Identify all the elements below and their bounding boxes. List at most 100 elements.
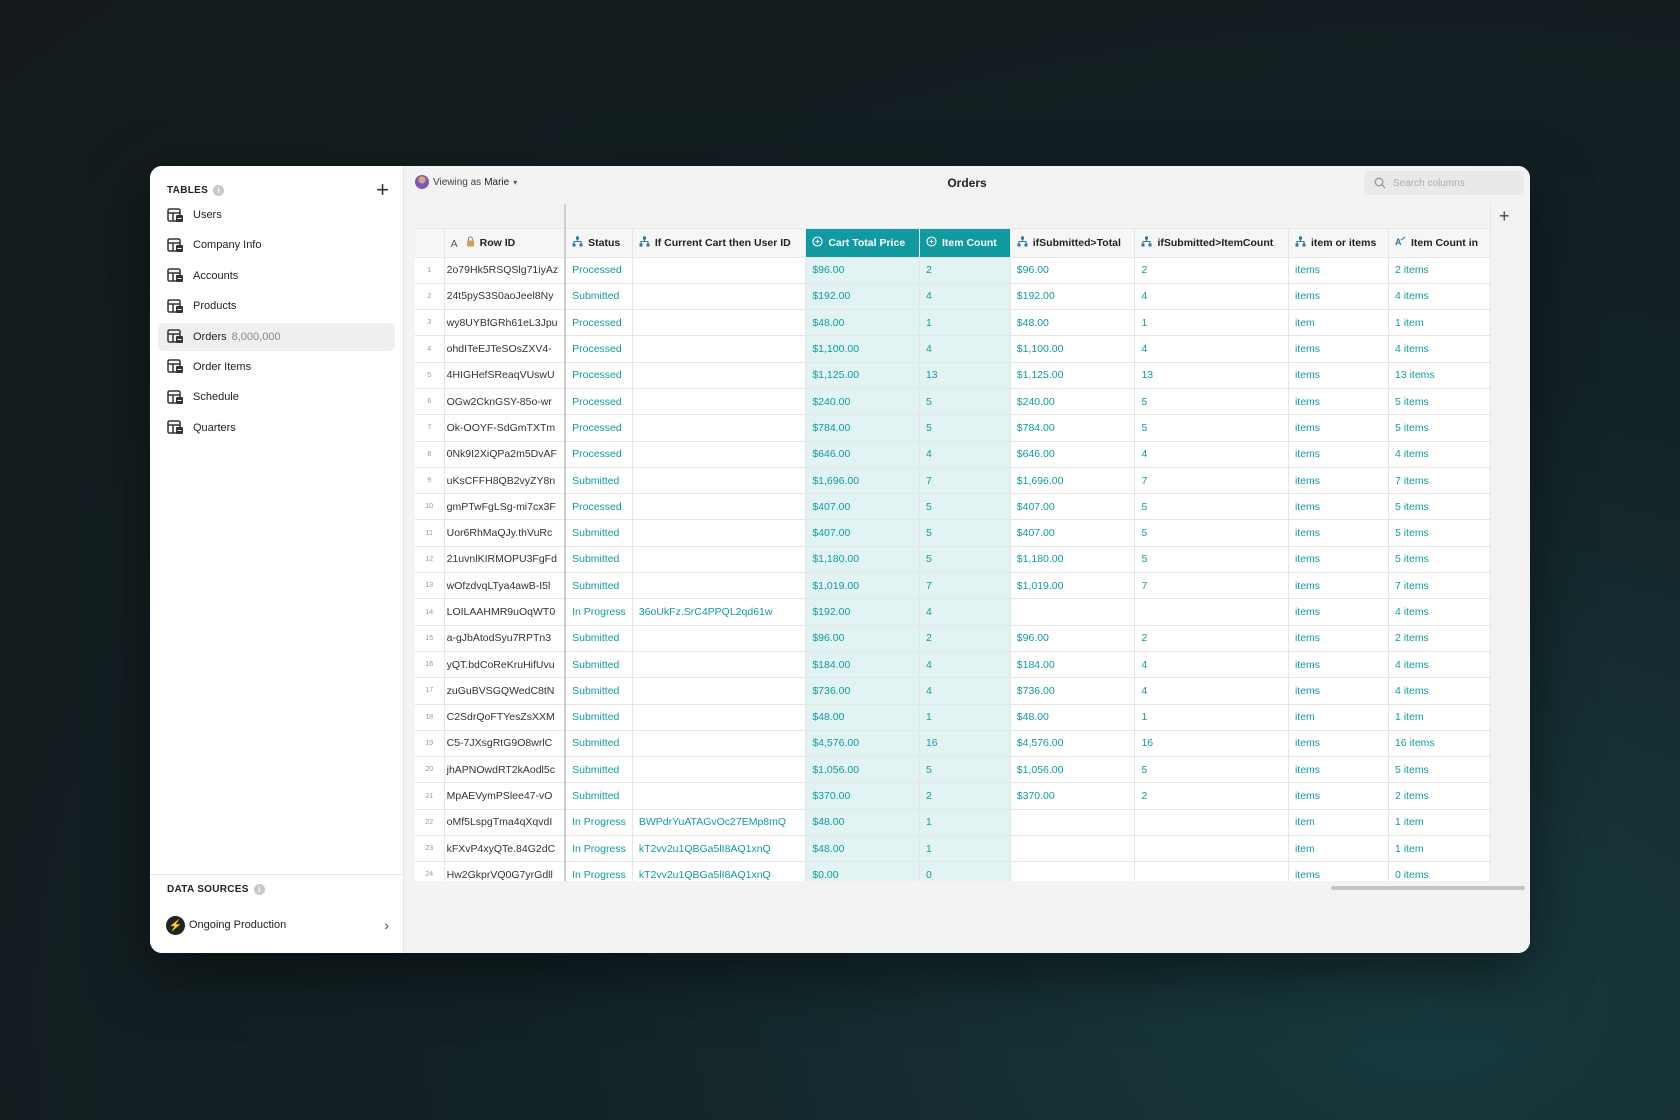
- table-cell[interactable]: 16: [919, 730, 1011, 758]
- table-cell[interactable]: 7: [1134, 572, 1289, 600]
- table-cell[interactable]: 2: [919, 257, 1011, 284]
- table-cell[interactable]: 16: [1134, 730, 1289, 758]
- table-cell[interactable]: 1: [919, 809, 1011, 837]
- table-cell[interactable]: Submitted: [565, 625, 633, 652]
- table-cell[interactable]: $192.00: [805, 598, 920, 626]
- table-cell[interactable]: $370.00: [1010, 782, 1136, 810]
- table-cell[interactable]: 5: [919, 519, 1011, 547]
- table-cell[interactable]: 5: [1134, 546, 1289, 574]
- table-cell[interactable]: 5: [1134, 388, 1289, 416]
- table-cell[interactable]: kT2vv2u1QBGa5lI8AQ1xnQ: [632, 861, 807, 881]
- table-cell[interactable]: 5: [919, 756, 1011, 784]
- row-id-cell[interactable]: C2SdrQoFTYesZsXXM: [444, 704, 567, 731]
- table-cell[interactable]: In Progress: [565, 861, 633, 881]
- table-cell[interactable]: items: [1288, 625, 1389, 652]
- table-cell[interactable]: 1 item: [1388, 809, 1491, 837]
- table-cell[interactable]: Submitted: [565, 546, 633, 574]
- table-cell[interactable]: $48.00: [805, 704, 920, 731]
- add-table-button[interactable]: +: [376, 179, 389, 201]
- table-cell[interactable]: 7: [919, 572, 1011, 600]
- row-id-cell[interactable]: MpAEVymPSlee47-vO: [444, 782, 567, 810]
- row-id-cell[interactable]: 4HIGHefSReaqVUswU: [444, 362, 567, 389]
- table-row[interactable]: 13 wOfzdvqLTya4awB-I5l Submitted $1,019.00 7…: [415, 572, 1491, 600]
- row-id-cell[interactable]: oMf5LspgTma4qXqvdI: [444, 809, 567, 837]
- table-cell[interactable]: Processed: [565, 309, 633, 337]
- table-cell[interactable]: 5: [919, 546, 1011, 574]
- row-id-cell[interactable]: zuGuBVSGQWedC8tN: [444, 677, 567, 705]
- table-cell[interactable]: Submitted: [565, 730, 633, 758]
- table-row[interactable]: 15 a-gJbAtodSyu7RPTn3 Submitted $96.00 2 $96.…: [415, 625, 1491, 652]
- table-cell[interactable]: $1,056.00: [1010, 756, 1136, 784]
- row-id-cell[interactable]: 0Nk9I2XiQPa2m5DvAF: [444, 441, 567, 468]
- column-header[interactable]: ifSubmitted>ItemCount: [1134, 228, 1289, 258]
- table-cell[interactable]: [632, 309, 807, 337]
- column-header[interactable]: Status: [565, 228, 633, 258]
- table-cell[interactable]: [632, 467, 807, 495]
- row-id-cell[interactable]: OGw2CknGSY-85o-wr: [444, 388, 567, 416]
- row-id-cell[interactable]: wOfzdvqLTya4awB-I5l: [444, 572, 567, 600]
- table-cell[interactable]: 7 items: [1388, 467, 1491, 495]
- row-id-cell[interactable]: Uor6RhMaQJy.thVuRc: [444, 519, 567, 547]
- table-cell[interactable]: $96.00: [805, 257, 920, 284]
- table-cell[interactable]: [1134, 861, 1289, 881]
- info-icon[interactable]: i: [253, 884, 265, 895]
- table-cell[interactable]: $407.00: [805, 493, 920, 521]
- table-cell[interactable]: 2 items: [1388, 782, 1491, 810]
- table-cell[interactable]: [632, 519, 807, 547]
- table-cell[interactable]: [632, 283, 807, 311]
- table-cell[interactable]: items: [1288, 651, 1389, 679]
- table-cell[interactable]: Processed: [565, 362, 633, 389]
- table-cell[interactable]: $1,125.00: [805, 362, 920, 389]
- table-row[interactable]: 5 4HIGHefSReaqVUswU Processed $1,125.00 13 $1…: [415, 362, 1491, 389]
- table-cell[interactable]: 1 item: [1388, 835, 1491, 863]
- table-cell[interactable]: 5: [1134, 414, 1289, 442]
- table-cell[interactable]: $96.00: [1010, 257, 1136, 284]
- table-cell[interactable]: Submitted: [565, 283, 633, 311]
- table-row[interactable]: 2 24t5pyS3S0aoJeel8Ny Submitted $192.00 4 $19…: [415, 283, 1491, 311]
- table-cell[interactable]: 4: [919, 598, 1011, 626]
- table-cell[interactable]: 4 items: [1388, 283, 1491, 311]
- table-cell[interactable]: items: [1288, 467, 1389, 495]
- table-cell[interactable]: 5: [919, 388, 1011, 416]
- table-cell[interactable]: 5 items: [1388, 756, 1491, 784]
- table-cell[interactable]: items: [1288, 572, 1389, 600]
- table-cell[interactable]: $48.00: [805, 309, 920, 337]
- table-cell[interactable]: [632, 651, 807, 679]
- table-cell[interactable]: 2: [1134, 782, 1289, 810]
- table-cell[interactable]: $48.00: [805, 835, 920, 863]
- row-id-cell[interactable]: C5-7JXsgRtG9O8wrlC: [444, 730, 567, 758]
- table-cell[interactable]: [1010, 598, 1136, 626]
- table-cell[interactable]: [632, 546, 807, 574]
- table-cell[interactable]: [632, 756, 807, 784]
- table-cell[interactable]: Processed: [565, 388, 633, 416]
- table-cell[interactable]: In Progress: [565, 598, 633, 626]
- table-cell[interactable]: 1 item: [1388, 309, 1491, 337]
- horizontal-scrollbar[interactable]: [1331, 886, 1525, 890]
- row-id-cell[interactable]: kFXvP4xyQTe.84G2dC: [444, 835, 567, 863]
- table-cell[interactable]: Submitted: [565, 572, 633, 600]
- table-cell[interactable]: 1: [919, 704, 1011, 731]
- row-id-cell[interactable]: Ok-OOYF-SdGmTXTm: [444, 414, 567, 442]
- table-row[interactable]: 9 uKsCFFH8QB2vyZY8n Submitted $1,696.00 7 $1,…: [415, 467, 1491, 495]
- table-cell[interactable]: $96.00: [1010, 625, 1136, 652]
- table-cell[interactable]: $736.00: [1010, 677, 1136, 705]
- search-box[interactable]: [1364, 171, 1524, 195]
- table-cell[interactable]: [1010, 861, 1136, 881]
- table-cell[interactable]: 4: [919, 335, 1011, 363]
- table-row[interactable]: 18 C2SdrQoFTYesZsXXM Submitted $48.00 1 $48.0…: [415, 704, 1491, 731]
- table-cell[interactable]: 4: [1134, 283, 1289, 311]
- column-header[interactable]: If Current Cart then User ID: [632, 228, 807, 258]
- table-cell[interactable]: [632, 677, 807, 705]
- table-cell[interactable]: 4: [919, 283, 1011, 311]
- sidebar-item-company-info[interactable]: Company Info: [158, 231, 395, 259]
- table-cell[interactable]: items: [1288, 335, 1389, 363]
- table-cell[interactable]: $192.00: [1010, 283, 1136, 311]
- sidebar-item-accounts[interactable]: Accounts: [158, 262, 395, 290]
- table-cell[interactable]: $646.00: [805, 441, 920, 468]
- table-cell[interactable]: 5: [1134, 756, 1289, 784]
- table-cell[interactable]: items: [1288, 546, 1389, 574]
- table-cell[interactable]: $192.00: [805, 283, 920, 311]
- row-id-cell[interactable]: 2o79Hk5RSQSlg71iyAz: [444, 257, 567, 284]
- table-cell[interactable]: 5: [919, 493, 1011, 521]
- table-cell[interactable]: $646.00: [1010, 441, 1136, 468]
